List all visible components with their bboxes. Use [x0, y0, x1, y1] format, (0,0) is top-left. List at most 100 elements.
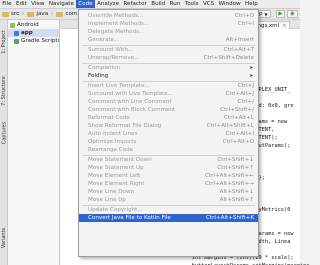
- tool-tab-7-structure[interactable]: 7: Structure: [0, 70, 8, 112]
- run-icon[interactable]: ▶: [276, 10, 285, 18]
- menu-item-move-element-right[interactable]: Move Element Right Ctrl+Alt+Shift+→: [79, 180, 258, 188]
- menu-item-label: Completion: [88, 65, 121, 71]
- menu-run[interactable]: Run: [167, 0, 182, 8]
- folder-icon: [27, 11, 35, 17]
- menu-item-convert-java-file-to-kotlin-file[interactable]: Convert Java File to Kotlin File Ctrl+Alt…: [79, 214, 258, 222]
- tree-item-label: app: [21, 30, 33, 36]
- menu-item-label: Move Statement Down: [88, 157, 152, 163]
- menu-item-move-element-left[interactable]: Move Element Left Ctrl+Alt+Shift+←: [79, 172, 258, 180]
- chevron-right-icon: ▸: [250, 65, 253, 71]
- menu-item-shortcut: Ctrl+Alt+Shift+→: [205, 181, 254, 187]
- menu-item-label: Generate...: [88, 37, 120, 43]
- breadcrumb-label: java: [36, 11, 49, 17]
- menu-code[interactable]: Code: [76, 0, 95, 8]
- folder-icon: [56, 11, 64, 17]
- menu-item-shortcut: Ctrl+Shift+Delete: [203, 55, 254, 61]
- menu-item-implement-methods[interactable]: Implement Methods... Ctrl+I: [79, 20, 258, 28]
- menu-item-override-methods[interactable]: Override Methods... Ctrl+O: [79, 12, 258, 20]
- menu-refactor[interactable]: Refactor: [121, 0, 149, 8]
- menu-item-delegate-methods[interactable]: Delegate Methods...: [79, 28, 258, 36]
- tree-item[interactable]: Android: [8, 21, 59, 29]
- breadcrumb-item[interactable]: java: [27, 11, 48, 17]
- menu-item-reformat-code[interactable]: Reformat Code Ctrl+Alt+L: [79, 114, 258, 122]
- menu-item-label: Move Line Up: [88, 197, 126, 203]
- menu-file[interactable]: File: [0, 0, 14, 8]
- menu-item-label: Delegate Methods...: [88, 29, 145, 35]
- menu-item-rearrange-code[interactable]: Rearrange Code: [79, 146, 258, 154]
- menu-edit[interactable]: Edit: [14, 0, 29, 8]
- menu-item-shortcut: Ctrl+Alt+O: [222, 139, 254, 145]
- menu-item-shortcut: Alt+Shift+↑: [219, 197, 254, 203]
- menu-item-shortcut: Alt+Insert: [225, 37, 254, 43]
- menu-item-shortcut: Ctrl+Alt+T: [223, 47, 254, 53]
- tool-window-strip: 1: Project 7: Structure Captures Variants: [0, 20, 8, 265]
- close-icon[interactable]: ×: [282, 23, 287, 29]
- menu-vcs[interactable]: VCS: [201, 0, 217, 8]
- folder-icon: [2, 11, 9, 17]
- breadcrumb-item[interactable]: com: [56, 11, 77, 17]
- tool-tab-label: 7: Structure: [1, 76, 7, 106]
- menu-item-move-statement-down[interactable]: Move Statement Down Ctrl+Shift+↓: [79, 156, 258, 164]
- menu-item-label: Unwrap/Remove...: [88, 55, 140, 61]
- menu-item-optimize-imports[interactable]: Optimize Imports Ctrl+Alt+O: [79, 138, 258, 146]
- menu-item-unwrap-remove[interactable]: Unwrap/Remove... Ctrl+Shift+Delete: [79, 54, 258, 62]
- menu-item-label: Move Element Right: [88, 181, 145, 187]
- menu-item-auto-indent-lines[interactable]: Auto-Indent Lines Ctrl+Alt+I: [79, 130, 258, 138]
- menu-item-label: Update Copyright...: [88, 207, 143, 213]
- tool-tab-variants[interactable]: Variants: [0, 218, 8, 258]
- menu-item-move-line-down[interactable]: Move Line Down Alt+Shift+↓: [79, 188, 258, 196]
- menu-item-shortcut: Ctrl+O: [234, 13, 254, 19]
- breadcrumb-item[interactable]: src: [2, 11, 19, 17]
- menu-item-shortcut: Ctrl+Alt+Shift+K: [206, 215, 254, 221]
- menu-item-generate[interactable]: Generate... Alt+Insert: [79, 36, 258, 44]
- menu-item-show-reformat-file-dialog[interactable]: Show Reformat File Dialog Ctrl+Alt+Shift+…: [79, 122, 258, 130]
- chevron-right-icon: ▸: [250, 73, 253, 79]
- menu-tools[interactable]: Tools: [183, 0, 201, 8]
- tool-tab-label: 1: Project: [1, 30, 7, 54]
- menu-view[interactable]: View: [29, 0, 47, 8]
- menu-item-shortcut: Ctrl+/: [237, 99, 254, 105]
- menu-window[interactable]: Window: [216, 0, 242, 8]
- breadcrumb-label: src: [11, 11, 20, 17]
- menu-item-shortcut: Ctrl+Shift+/: [220, 107, 254, 113]
- menu-analyze[interactable]: Analyze: [95, 0, 121, 8]
- menu-item-comment-with-block-comment[interactable]: Comment with Block Comment Ctrl+Shift+/: [79, 106, 258, 114]
- breadcrumb-separator-icon: ›: [22, 11, 25, 17]
- menu-item-surround-with[interactable]: Surround With... Ctrl+Alt+T: [79, 46, 258, 54]
- menu-item-move-statement-up[interactable]: Move Statement Up Ctrl+Shift+↑: [79, 164, 258, 172]
- code-menu-dropdown: Override Methods... Ctrl+O Implement Metho…: [78, 9, 259, 257]
- menu-navigate[interactable]: Navigate: [47, 0, 76, 8]
- tool-tab-1-project[interactable]: 1: Project: [0, 22, 8, 62]
- chevron-down-icon: ▼: [264, 11, 268, 17]
- menu-item-label: Surround with Live Template...: [88, 91, 174, 97]
- tree-item[interactable]: Gradle Scripts: [8, 37, 59, 45]
- menu-help[interactable]: Help: [243, 0, 260, 8]
- menu-item-shortcut: Ctrl+Shift+↓: [217, 157, 254, 163]
- tool-tab-captures[interactable]: Captures: [0, 116, 8, 150]
- tool-tab-label: Variants: [1, 227, 7, 249]
- module-icon: [14, 30, 19, 36]
- menu-item-label: Comment with Line Comment: [88, 99, 172, 105]
- breadcrumb-label: com: [65, 11, 78, 17]
- menu-item-completion[interactable]: Completion ▸: [79, 64, 258, 72]
- menu-item-label: Optimize Imports: [88, 139, 137, 145]
- module-icon: [10, 22, 15, 28]
- tree-item[interactable]: app: [8, 29, 59, 37]
- menu-item-surround-with-live-template[interactable]: Surround with Live Template... Ctrl+Alt+J: [79, 90, 258, 98]
- menu-item-label: Comment with Block Comment: [88, 107, 176, 113]
- menu-build[interactable]: Build: [149, 0, 167, 8]
- menu-item-shortcut: Ctrl+Alt+Shift+←: [205, 173, 254, 179]
- menu-item-shortcut: Ctrl+J: [237, 83, 254, 89]
- menu-item-insert-live-template[interactable]: Insert Live Template... Ctrl+J: [79, 82, 258, 90]
- menu-item-label: Insert Live Template...: [88, 83, 150, 89]
- menu-item-folding[interactable]: Folding ▸: [79, 72, 258, 80]
- menu-item-comment-with-line-comment[interactable]: Comment with Line Comment Ctrl+/: [79, 98, 258, 106]
- menu-item-shortcut: Ctrl+Shift+↑: [217, 165, 254, 171]
- tool-tab-label: Captures: [1, 121, 7, 145]
- menu-item-update-copyright[interactable]: Update Copyright...: [79, 206, 258, 214]
- menu-item-label: Surround With...: [88, 47, 134, 53]
- menu-item-move-line-up[interactable]: Move Line Up Alt+Shift+↑: [79, 196, 258, 204]
- debug-icon[interactable]: ◉: [287, 10, 298, 18]
- project-panel: Android app Gradle Scripts: [8, 20, 60, 265]
- menu-item-label: Reformat Code: [88, 115, 130, 121]
